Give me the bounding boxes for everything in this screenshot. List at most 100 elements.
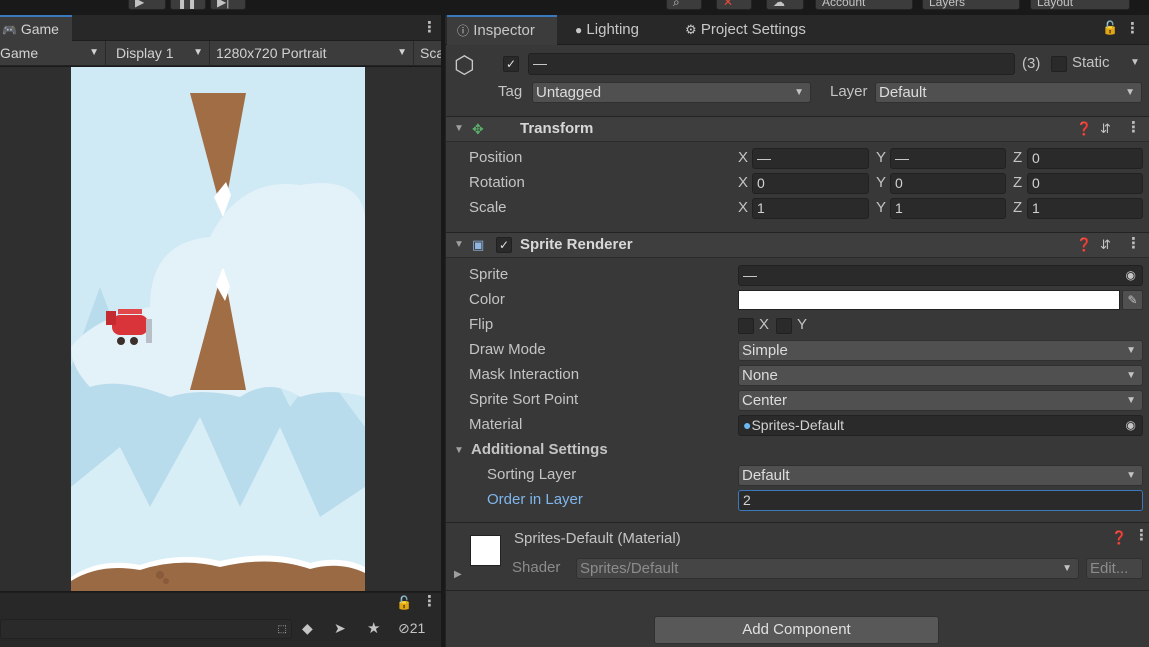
axis-z-label: Z [1013,174,1023,191]
sprite-object-field[interactable]: — ◉ [738,265,1143,286]
filter-type-icon[interactable]: ◆ [302,620,313,637]
tab-lighting[interactable]: ● Lighting [575,15,675,45]
account-dropdown[interactable]: Account [815,0,913,10]
layers-dropdown[interactable]: Layers [922,0,1020,10]
flip-x-label: X [759,316,770,333]
help-icon[interactable]: ❓ [1076,233,1092,257]
scale-z-field[interactable]: 1 [1027,198,1143,219]
additional-settings-label[interactable]: Additional Settings [471,439,608,461]
static-dropdown-icon[interactable]: ▼ [1130,57,1140,68]
axis-x-label: X [738,149,749,166]
chevron-down-icon: ▼ [1062,563,1072,574]
scale-y-field[interactable]: 1 [890,198,1006,219]
cloud-button[interactable]: ☁ [766,0,804,10]
hierarchy-search-input[interactable]: ⬚ [0,619,292,639]
rotation-label: Rotation [469,174,525,191]
flip-x-checkbox[interactable] [738,318,754,334]
favorites-star-icon[interactable]: ★ [367,619,380,637]
object-name-input[interactable]: — [528,53,1015,75]
inspector-lock-icon[interactable]: 🔓 [1102,20,1118,36]
preset-icon[interactable]: ⇵ [1100,117,1111,141]
help-icon[interactable]: ❓ [1076,117,1092,141]
search-icon: ⌕ [673,0,680,9]
chevron-down-icon: ▼ [1126,395,1136,406]
draw-mode-dropdown[interactable]: Simple ▼ [738,340,1143,361]
object-picker-icon[interactable]: ◉ [1126,266,1136,285]
resolution-dropdown[interactable]: 1280x720 Portrait ▼ [212,41,414,66]
tab-project-settings[interactable]: ⚙ Project Settings [685,15,835,45]
axis-z-label: Z [1013,199,1023,216]
tab-inspector[interactable]: ⓘ Inspector [447,15,557,45]
chevron-down-icon: ▼ [397,47,407,58]
rotation-x-field[interactable]: 0 [752,173,869,194]
active-checkbox[interactable]: ✓ [503,56,519,72]
object-picker-icon[interactable]: ◉ [1126,416,1136,435]
component-menu-icon[interactable]: ⋮ [1126,232,1141,256]
flip-y-label: Y [797,316,808,333]
tab-game[interactable]: 🎮 Game [0,15,72,41]
scale-x-field[interactable]: 1 [752,198,869,219]
play-button[interactable]: ▶ [128,0,166,10]
order-in-layer-input[interactable]: 2 [738,490,1143,511]
flip-y-checkbox[interactable] [776,318,792,334]
rotation-y-field[interactable]: 0 [890,173,1006,194]
collab-button[interactable]: ✕ [716,0,752,10]
material-menu-icon[interactable]: ⋮ [1134,524,1149,548]
inspector-menu-icon[interactable]: ⋮ [1125,16,1140,42]
rotation-z-field[interactable]: 0 [1027,173,1143,194]
lock-icon[interactable]: 🔓 [396,595,412,611]
pause-button[interactable]: ❚❚ [170,0,206,10]
sorting-layer-dropdown[interactable]: Default ▼ [738,465,1143,486]
scale-slider-label[interactable]: Sca [416,41,441,66]
component-menu-icon[interactable]: ⋮ [1126,116,1141,140]
transform-header[interactable]: ▼ ✥ Transform ❓ ⇵ ⋮ [446,116,1149,142]
position-y-field[interactable]: — [890,148,1006,169]
chevron-down-icon: ▼ [1125,87,1135,98]
inspector-tabbar: ⓘ Inspector ● Lighting ⚙ Project Setting… [445,15,1149,45]
tag-dropdown[interactable]: Untagged ▼ [532,82,811,103]
mask-interaction-dropdown[interactable]: None ▼ [738,365,1143,386]
material-preview[interactable] [470,535,501,566]
layer-dropdown[interactable]: Default ▼ [875,82,1142,103]
add-component-button[interactable]: Add Component [654,616,939,644]
help-icon[interactable]: ❓ [1111,526,1127,550]
position-x-field[interactable]: — [752,148,869,169]
static-checkbox[interactable] [1051,56,1067,72]
shader-label: Shader [512,559,561,576]
game-tabbar: 🎮 Game ⋮ [0,15,441,41]
position-z-field[interactable]: 0 [1027,148,1143,169]
game-mode-dropdown[interactable]: Game ▼ [0,41,106,66]
gear-icon: ⚙ [685,22,697,37]
material-title: Sprites-Default (Material) [514,530,681,547]
hierarchy-menu-icon[interactable]: ⋮ [422,591,437,613]
label-icon[interactable]: ➤ [334,620,346,637]
sprite-label: Sprite [469,266,509,283]
game-view[interactable] [0,67,441,591]
shader-dropdown[interactable]: Sprites/Default ▼ [576,558,1079,579]
search-expand-icon: ⬚ [277,624,287,635]
display-dropdown[interactable]: Display 1 ▼ [112,41,210,66]
axis-x-label: X [738,199,749,216]
search-button[interactable]: ⌕ [666,0,702,10]
sprite-sort-point-dropdown[interactable]: Center ▼ [738,390,1143,411]
material-foldout-icon[interactable]: ▶ [454,563,462,587]
material-object-field[interactable]: ●Sprites-Default ◉ [738,415,1143,436]
draw-mode-label: Draw Mode [469,341,546,358]
additional-settings-foldout-icon[interactable]: ▼ [454,439,464,463]
divider [446,590,1149,591]
hidden-objects-toggle[interactable]: ⊘21 [398,620,425,637]
gameobject-cube-icon[interactable]: ⬡ [454,51,475,80]
preset-icon[interactable]: ⇵ [1100,233,1111,257]
color-swatch[interactable] [738,290,1120,310]
foldout-arrow-icon[interactable]: ▼ [454,233,464,257]
sprite-renderer-header[interactable]: ▼ ▣ ✓ Sprite Renderer ❓ ⇵ ⋮ [446,232,1149,258]
shader-edit-button[interactable]: Edit... [1086,558,1143,579]
step-button[interactable]: ▶| [210,0,246,10]
layout-dropdown[interactable]: Layout [1030,0,1130,10]
game-menu-icon[interactable]: ⋮ [422,15,437,41]
step-icon: ▶| [217,0,230,9]
axis-y-label: Y [876,199,887,216]
foldout-arrow-icon[interactable]: ▼ [454,117,464,141]
sprite-renderer-enabled-checkbox[interactable]: ✓ [496,237,512,253]
eyedropper-icon[interactable]: ✎ [1122,290,1143,310]
